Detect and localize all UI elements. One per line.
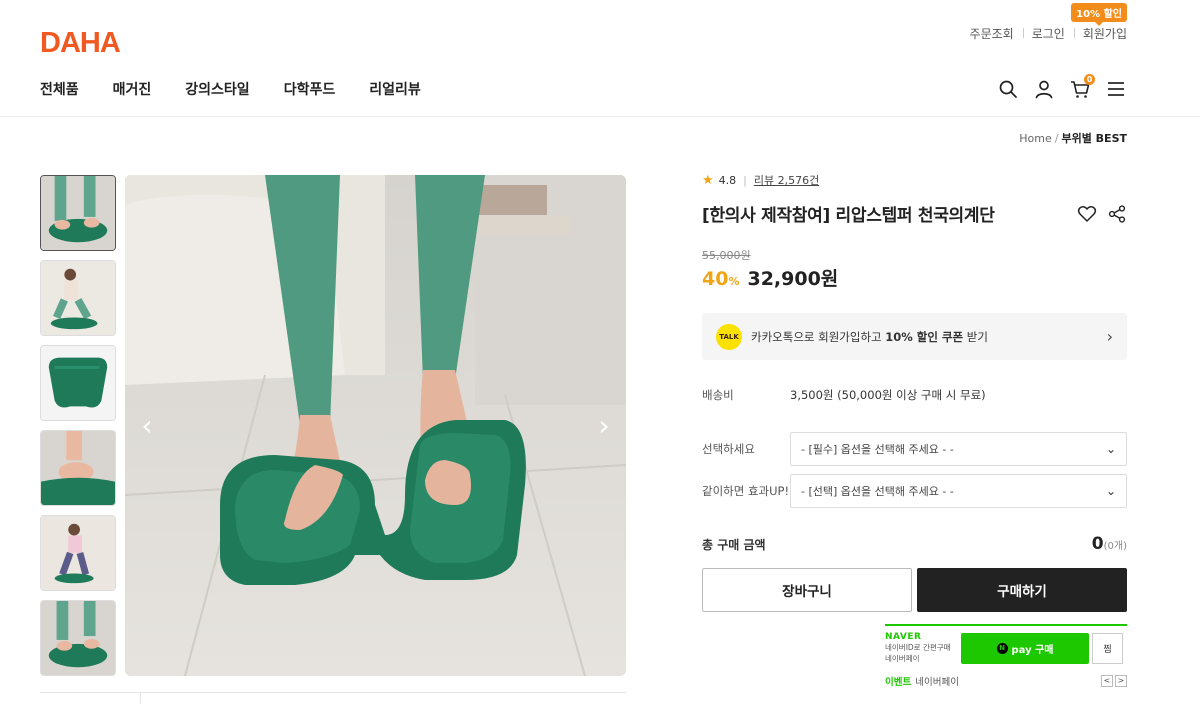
dahak-logo[interactable]: DAHAK — [40, 12, 142, 59]
naver-pay-buy-button[interactable]: N pay 구매 — [961, 632, 1089, 664]
add-to-cart-button[interactable]: 장바구니 — [702, 568, 912, 612]
share-icon[interactable] — [1107, 204, 1127, 224]
chevron-down-icon: ⌄ — [1105, 442, 1116, 456]
signup-promo-badge: 10% 할인 — [1071, 3, 1127, 26]
shipping-label: 배송비 — [702, 388, 734, 402]
main-product-image: ‹ › — [125, 175, 626, 676]
header-icons: 0 — [997, 74, 1127, 100]
coupon-text: 카카오톡으로 회원가입하고 10% 할인 쿠폰 받기 — [751, 329, 988, 344]
npay-prev-button[interactable]: < — [1101, 675, 1113, 687]
thumbnail-list — [40, 175, 116, 685]
cart-icon[interactable]: 0 — [1069, 74, 1095, 100]
star-icon: ★ — [702, 172, 714, 188]
npay-event-label: 이벤트 — [885, 677, 912, 688]
review-count-link[interactable]: 리뷰 2,576건 — [754, 172, 819, 188]
breadcrumb: Home / 부위별 BEST — [1019, 132, 1127, 145]
discount-rate: 40% — [702, 268, 740, 290]
heart-icon[interactable] — [1077, 204, 1097, 224]
total-label: 총 구매 금액 — [702, 538, 766, 552]
thumbnail-2[interactable] — [40, 260, 116, 336]
option-label-optional: 같이하면 효과UP! — [702, 484, 790, 498]
gallery-prev-button[interactable]: ‹ — [135, 411, 159, 441]
thumbnail-6[interactable] — [40, 600, 116, 676]
menu-icon[interactable] — [1105, 78, 1127, 100]
kakaotalk-icon: TALK — [716, 323, 742, 350]
breadcrumb-current[interactable]: 부위별 BEST — [1061, 132, 1127, 145]
svg-text:DAHAK: DAHAK — [40, 27, 120, 56]
option-select-required[interactable]: - [필수] 옵션을 선택해 주세요 - - ⌄ — [790, 432, 1127, 466]
thumbnail-5[interactable] — [40, 515, 116, 591]
thumbnail-4[interactable] — [40, 430, 116, 506]
option-select-optional[interactable]: - [선택] 옵션을 선택해 주세요 - - ⌄ — [790, 474, 1127, 508]
chevron-right-icon: › — [1106, 327, 1113, 346]
option-label-required: 선택하세요 — [702, 442, 755, 456]
total-row: 총 구매 금액 0(0개) — [702, 534, 1127, 554]
product-info: ★ 4.8 | 리뷰 2,576건 [한의사 제작참여] 리압스텝퍼 천국의계단… — [702, 170, 1127, 612]
gallery-next-button[interactable]: › — [592, 411, 616, 441]
buy-now-button[interactable]: 구매하기 — [917, 568, 1127, 612]
user-icon[interactable] — [1033, 78, 1055, 100]
main-nav: 전체품 매거진 강의스타일 다학푸드 리얼리뷰 — [40, 79, 421, 99]
nav-item-lecture-style[interactable]: 강의스타일 — [185, 79, 249, 99]
total-amount: 0 — [1091, 534, 1104, 554]
option-row-required: 선택하세요 - [필수] 옵션을 선택해 주세요 - - ⌄ — [702, 432, 1127, 466]
thumbnail-3[interactable] — [40, 345, 116, 421]
kakao-coupon-banner[interactable]: TALK 카카오톡으로 회원가입하고 10% 할인 쿠폰 받기 › — [702, 313, 1127, 360]
detail-tab-strip — [40, 692, 626, 704]
breadcrumb-home[interactable]: Home — [1019, 132, 1051, 145]
rating-value: 4.8 — [718, 173, 737, 187]
option-row-optional: 같이하면 효과UP! - [선택] 옵션을 선택해 주세요 - - ⌄ — [702, 474, 1127, 508]
header-divider — [0, 116, 1200, 117]
npay-next-button[interactable]: > — [1115, 675, 1127, 687]
chevron-down-icon: ⌄ — [1105, 484, 1116, 498]
product-title: [한의사 제작참여] 리압스텝퍼 천국의계단 — [702, 206, 995, 226]
login-link[interactable]: 로그인 — [1022, 25, 1074, 42]
search-icon[interactable] — [997, 78, 1019, 100]
nav-item-magazine[interactable]: 매거진 — [113, 79, 152, 99]
npay-event-text[interactable]: 네이버페이 — [915, 674, 959, 688]
cart-count-badge: 0 — [1084, 74, 1095, 85]
rating-row: ★ 4.8 | 리뷰 2,576건 — [702, 172, 820, 188]
nav-item-dahak-food[interactable]: 다학푸드 — [284, 79, 336, 99]
total-count: (0개) — [1103, 541, 1127, 552]
original-price: 55,000원 — [702, 249, 751, 262]
naver-wish-button[interactable]: 찜 — [1092, 632, 1123, 664]
nav-item-real-review[interactable]: 리얼리뷰 — [369, 79, 421, 99]
shipping-value: 3,500원 (50,000원 이상 구매 시 무료) — [790, 388, 986, 402]
sale-price: 32,900원 — [747, 268, 839, 290]
signup-link[interactable]: 회원가입 — [1073, 25, 1127, 42]
utility-links: 주문조회 로그인 회원가입 — [961, 25, 1127, 42]
naver-pay-widget: NAVER 네이버ID로 간편구매 네이버페이 N pay 구매 찜 이벤트 네… — [885, 624, 1127, 688]
naver-logo: NAVER — [885, 632, 922, 642]
order-lookup-link[interactable]: 주문조회 — [961, 25, 1023, 42]
nav-item-all-products[interactable]: 전체품 — [40, 79, 79, 99]
shipping-row: 배송비 3,500원 (50,000원 이상 구매 시 무료) — [702, 386, 1127, 404]
thumbnail-1[interactable] — [40, 175, 116, 251]
naver-n-icon: N — [996, 642, 1008, 654]
